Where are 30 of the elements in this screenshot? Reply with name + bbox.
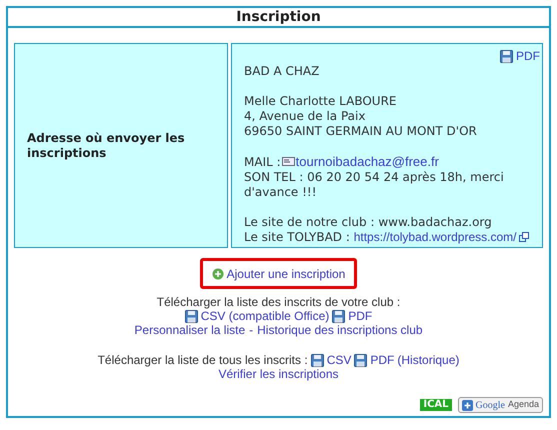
- google-agenda-button[interactable]: Google Agenda: [458, 397, 543, 413]
- address-line: BAD A CHAZ: [244, 64, 320, 78]
- address-line: 69650 SAINT GERMAIN AU MONT D'OR: [244, 124, 477, 138]
- download-link[interactable]: PDF: [332, 309, 372, 323]
- separator: -: [249, 323, 254, 337]
- verify-link[interactable]: Vérifier les inscriptions: [218, 367, 339, 381]
- history-link[interactable]: (Historique): [397, 353, 460, 367]
- download-link[interactable]: PDF: [354, 353, 394, 367]
- download-label: Télécharger la liste des inscrits de votre club :: [156, 295, 400, 309]
- plus-icon: [212, 268, 224, 280]
- plus-icon: [462, 400, 473, 410]
- customize-link[interactable]: Personnaliser la liste: [134, 323, 246, 337]
- address-line: 4, Avenue de la Paix: [244, 109, 366, 123]
- address-line: SON TEL : 06 20 20 54 24 après 18h, merci d'avance !!!: [244, 170, 504, 199]
- address-label: Adresse où envoyer les inscriptions: [27, 130, 186, 160]
- mail-label: MAIL :: [244, 155, 281, 169]
- panel-title: Inscription: [236, 8, 321, 26]
- pdf-link[interactable]: PDF: [500, 49, 540, 64]
- download-link[interactable]: CSV (compatible Office): [184, 309, 330, 323]
- address-line: Melle Charlotte LABOURE: [244, 94, 396, 108]
- website-link[interactable]: https://tolybad.wordpress.com/: [354, 230, 516, 244]
- external-link-icon: [519, 232, 530, 242]
- add-entry-button[interactable]: Ajouter une inscription: [200, 258, 357, 289]
- address-line: Le site de notre club : www.badachaz.org: [244, 215, 492, 229]
- history-link[interactable]: Historique des inscriptions club: [257, 323, 423, 337]
- site-label: Le site TOLYBAD :: [244, 230, 351, 244]
- email-link[interactable]: tournoibadachaz@free.fr: [296, 154, 439, 169]
- download-link[interactable]: CSV: [310, 353, 352, 367]
- download-label: Télécharger la liste de tous les inscrits :: [98, 353, 308, 367]
- envelope-icon: [282, 157, 295, 166]
